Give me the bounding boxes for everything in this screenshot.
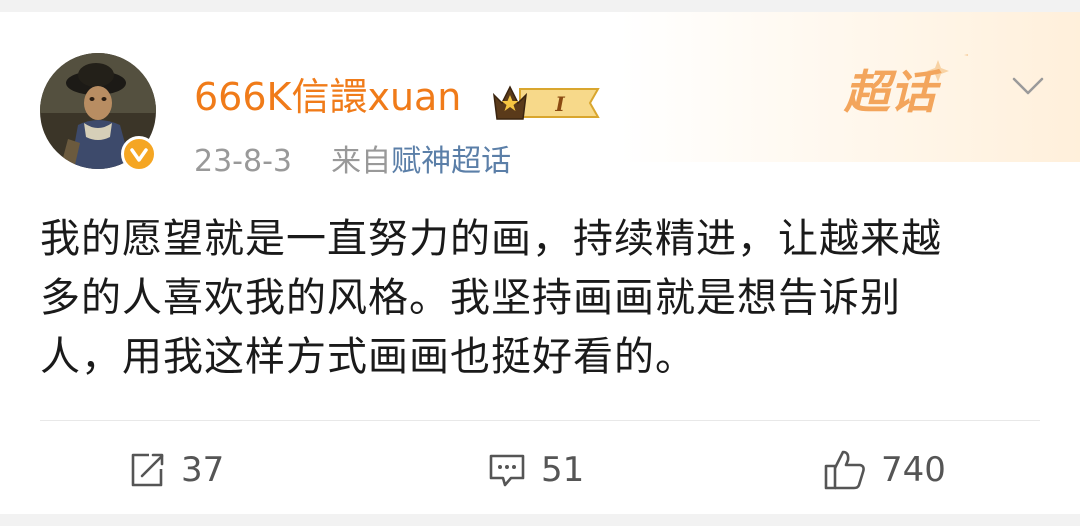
divider (40, 420, 1040, 421)
post-text-line: 我的愿望就是一直努力的画，持续精进，让越来越 (40, 216, 942, 262)
author-name[interactable]: 666K信譞xuan (194, 72, 461, 122)
comment-button[interactable]: 51 (487, 448, 584, 492)
vip-badge[interactable]: I (490, 81, 602, 125)
repost-button[interactable]: 37 (127, 448, 224, 492)
like-count: 740 (881, 450, 946, 490)
post-card: 666K信譞xuan I 23-8-3 来自赋神超话 超话 我的愿望就是一直努力… (0, 12, 1080, 514)
source-prefix: 来自 (331, 144, 392, 179)
repost-count: 37 (181, 450, 225, 490)
source-link[interactable]: 赋神超话 (391, 144, 511, 179)
like-icon (824, 450, 865, 490)
chevron-down-icon[interactable] (1010, 68, 1046, 104)
repost-icon (131, 453, 164, 487)
comment-icon (489, 454, 525, 487)
post-date: 23-8-3 (194, 144, 292, 179)
supertopic-label: 超话 (843, 65, 942, 119)
like-button[interactable]: 740 (823, 448, 946, 492)
vip-level-text: I (554, 92, 565, 116)
post-text-line: 人，用我这样方式画画也挺好看的。 (40, 334, 696, 380)
post-text-line: 多的人喜欢我的风格。我坚持画画就是想告诉别 (40, 275, 901, 321)
post-meta: 23-8-3 来自赋神超话 (194, 140, 511, 184)
post-text: 我的愿望就是一直努力的画，持续精进，让越来越 多的人喜欢我的风格。我坚持画画就是… (40, 210, 1050, 387)
comment-count: 51 (541, 450, 585, 490)
verified-badge-icon (121, 136, 157, 172)
supertopic-badge[interactable]: 超话 (820, 50, 976, 130)
